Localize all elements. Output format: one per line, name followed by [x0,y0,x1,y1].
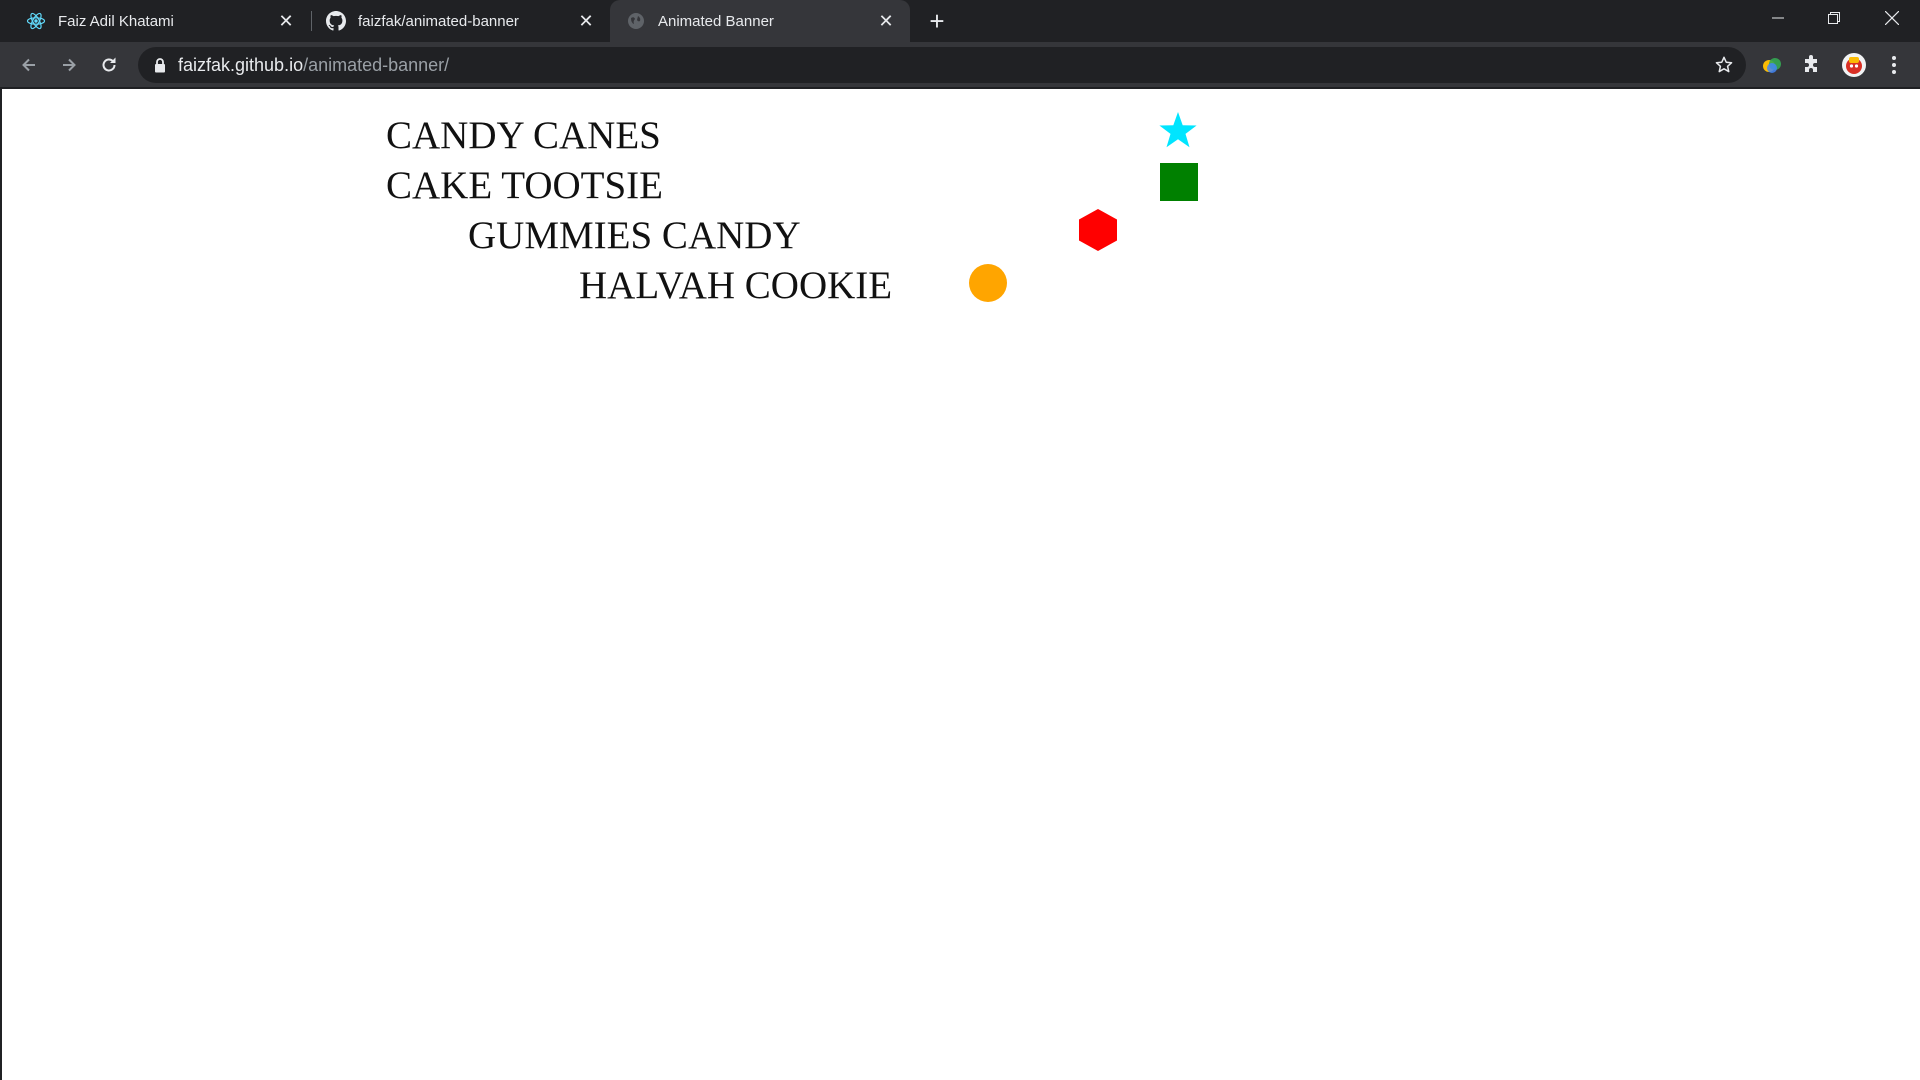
close-icon[interactable]: ✕ [574,9,598,33]
profile-avatar-icon[interactable] [1840,51,1868,79]
new-tab-button[interactable]: + [923,7,951,35]
extension-colorful-icon[interactable] [1758,51,1786,79]
tab-github-repo[interactable]: faizfak/animated-banner ✕ [312,0,610,42]
minimize-icon [1772,17,1784,19]
globe-icon [626,11,646,31]
restore-icon [1828,12,1840,24]
star-shape [1159,112,1197,148]
banner-line-halvah-cookie: HALVAH COOKIE [579,264,893,307]
url-host: faizfak.github.io [178,54,304,75]
github-icon [326,11,346,31]
close-icon[interactable]: ✕ [274,9,298,33]
tab-faiz-adil-khatami[interactable]: Faiz Adil Khatami ✕ [0,0,310,42]
close-icon[interactable]: ✕ [874,9,898,33]
browser-toolbar: faizfak.github.io/animated-banner/ [0,42,1920,88]
banner-line-gummies-candy: GUMMIES CANDY [468,214,801,257]
back-button[interactable] [12,48,46,82]
arrow-left-icon [22,58,35,72]
lock-icon [154,57,166,73]
banner-line-cake-tootsie: CAKE TOOTSIE [386,164,663,207]
square-shape [1160,163,1198,201]
minimize-button[interactable] [1750,0,1806,36]
reload-button[interactable] [92,48,126,82]
address-bar[interactable]: faizfak.github.io/animated-banner/ [138,47,1746,83]
tab-strip: Faiz Adil Khatami ✕ faizfak/animated-ban… [0,0,1920,42]
bookmark-star-icon[interactable] [1712,53,1736,77]
close-window-icon [1885,11,1899,25]
url-path: /animated-banner/ [303,54,450,75]
restore-button[interactable] [1806,0,1862,36]
browser-menu-icon[interactable] [1880,51,1908,79]
hexagon-shape [1079,209,1117,251]
extensions-puzzle-icon[interactable] [1798,51,1826,79]
tab-title: Faiz Adil Khatami [58,12,174,30]
url-text: faizfak.github.io/animated-banner/ [178,55,449,76]
close-window-button[interactable] [1864,0,1920,36]
reload-icon [102,57,116,72]
arrow-right-icon [63,58,76,72]
react-atom-icon [26,11,46,31]
forward-button[interactable] [52,48,86,82]
banner-line-candy-canes: CANDY CANES [386,114,661,157]
circle-shape [969,264,1007,302]
tab-title: faizfak/animated-banner [358,12,519,30]
tab-animated-banner[interactable]: Animated Banner ✕ [610,0,910,42]
tab-title: Animated Banner [658,12,774,30]
page-viewport: CANDY CANES CAKE TOOTSIE GUMMIES CANDY H… [0,89,1920,1080]
